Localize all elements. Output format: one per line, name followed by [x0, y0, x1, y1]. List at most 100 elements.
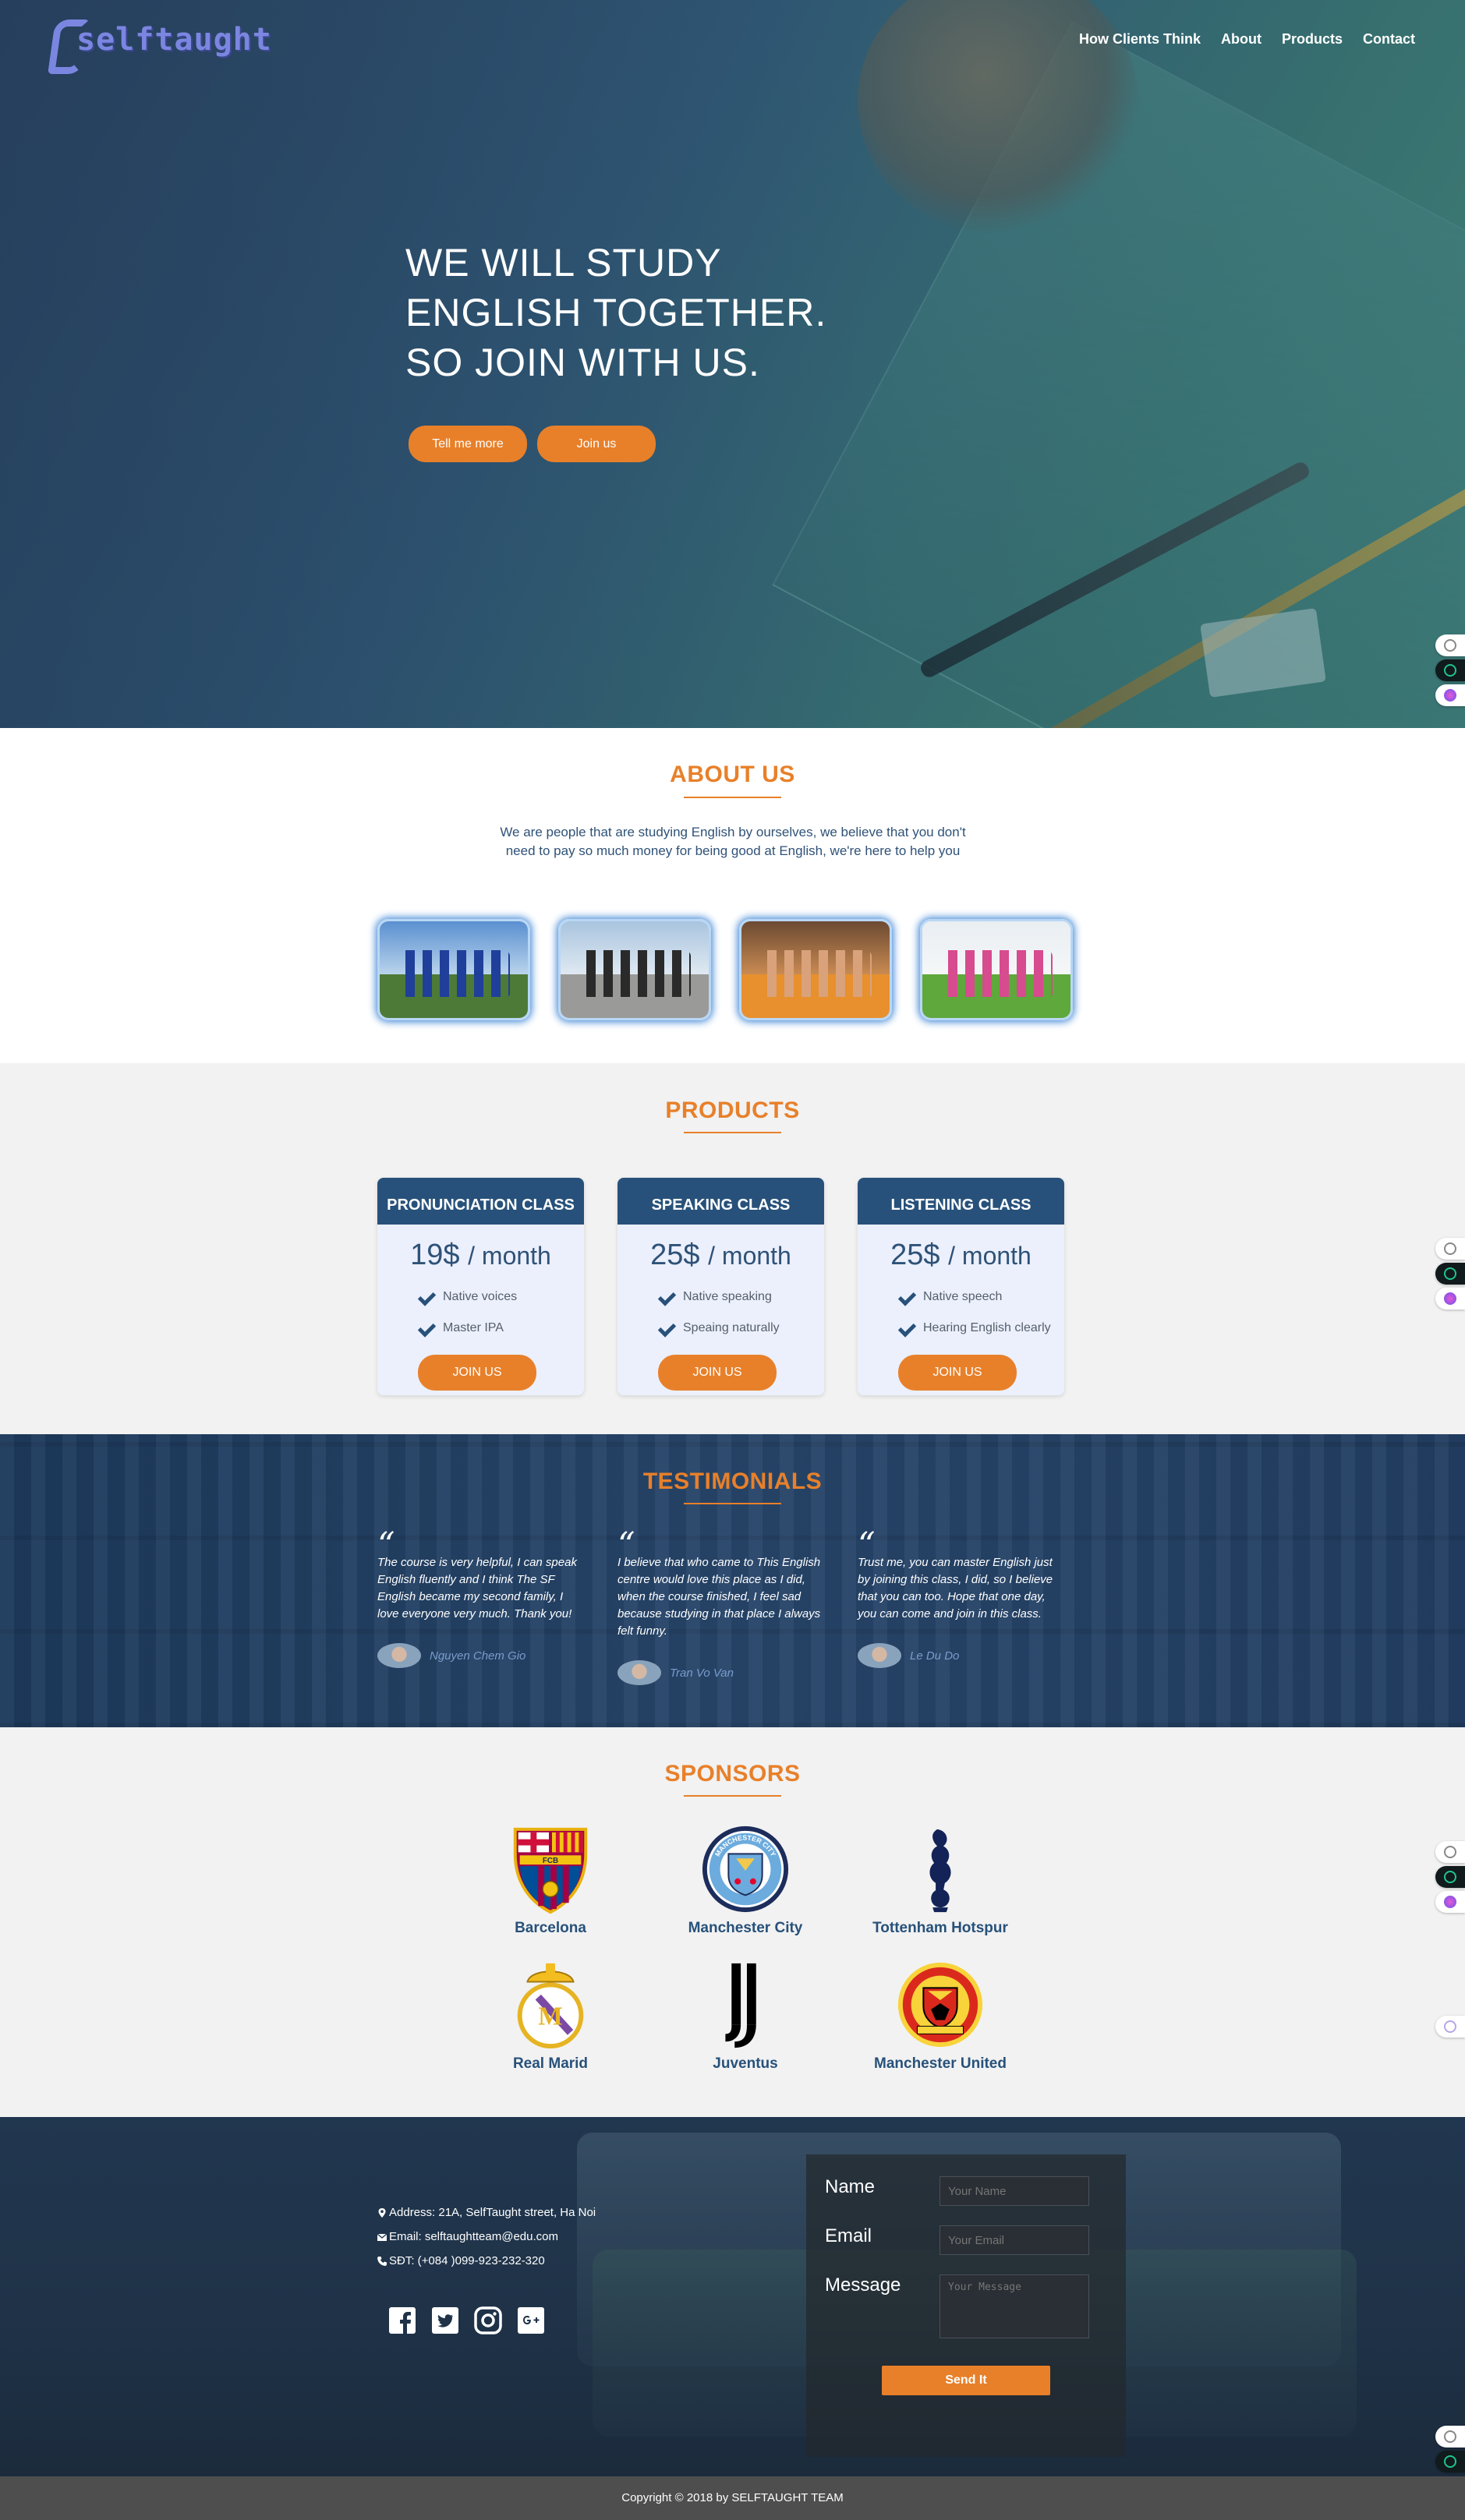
- testimonial-item: “ The course is very helpful, I can spea…: [377, 1529, 584, 1685]
- feature-item: Hearing English clearly: [898, 1313, 1064, 1344]
- message-row: Message: [825, 2274, 1089, 2338]
- sponsor-barcelona[interactable]: FCB Barcelona: [453, 1823, 648, 1943]
- social-links: [387, 2306, 546, 2335]
- card-title: LISTENING CLASS: [858, 1178, 1064, 1225]
- group-jump-photo: [558, 919, 711, 1020]
- avatar: [617, 1660, 661, 1685]
- ai-assistant-icon[interactable]: [1435, 1288, 1465, 1309]
- google-plus-icon[interactable]: [516, 2306, 546, 2335]
- card-price: 25$ / month: [617, 1239, 824, 1272]
- manchester-united-crest-icon: [897, 1962, 983, 2048]
- testimonial-item: “ I believe that who came to This Englis…: [617, 1525, 824, 1685]
- join-listening-button[interactable]: JOIN US: [898, 1355, 1017, 1391]
- sponsors-section: SPONSORS FCB Barcelona MANCHESTER CITY M…: [0, 1727, 1465, 2117]
- nav-products[interactable]: Products: [1282, 31, 1343, 48]
- sponsor-name: Barcelona: [515, 1920, 586, 1936]
- translate-icon[interactable]: [1435, 1841, 1465, 1863]
- sponsor-grid: FCB Barcelona MANCHESTER CITY Manchester…: [453, 1823, 1038, 2079]
- name-field[interactable]: [940, 2176, 1089, 2206]
- tell-me-more-button[interactable]: Tell me more: [409, 426, 527, 462]
- nav-how-clients-think[interactable]: How Clients Think: [1079, 31, 1201, 48]
- sponsor-manchester-city[interactable]: MANCHESTER CITY Manchester City: [648, 1823, 843, 1943]
- testimonial-text: The course is very helpful, I can speak …: [377, 1556, 577, 1621]
- check-icon: [658, 1320, 675, 1337]
- quote-icon: “: [858, 1525, 876, 1565]
- ai-assistant-icon[interactable]: [1435, 684, 1465, 706]
- contact-info: Address: 21A, SelfTaught street, Ha Noi …: [377, 2200, 596, 2273]
- check-icon: [898, 1320, 915, 1337]
- join-speaking-button[interactable]: JOIN US: [658, 1355, 777, 1391]
- hero-buttons: Tell me more Join us: [409, 426, 656, 462]
- author-name: Tran Vo Van: [670, 1666, 734, 1680]
- card-title: PRONUNCIATION CLASS: [377, 1178, 584, 1225]
- phone-text: SĐT: (+084 )099-923-232-320: [389, 2254, 545, 2267]
- copyright-bar: Copyright © 2018 by SELFTAUGHT TEAM: [0, 2476, 1465, 2520]
- about-section: ABOUT US We are people that are studying…: [0, 728, 1465, 1063]
- message-field[interactable]: [940, 2274, 1089, 2338]
- hero-title: WE WILL STUDY ENGLISH TOGETHER. SO JOIN …: [405, 238, 826, 387]
- name-row: Name: [825, 2176, 1089, 2206]
- check-icon: [418, 1288, 435, 1306]
- translate-icon[interactable]: [1435, 2426, 1465, 2448]
- sponsor-tottenham-hotspur[interactable]: Tottenham Hotspur: [843, 1823, 1038, 1943]
- email-row: Email: [825, 2225, 1089, 2255]
- translate-icon[interactable]: [1435, 634, 1465, 656]
- price-amount: 25$: [650, 1239, 700, 1271]
- facebook-icon[interactable]: [387, 2306, 417, 2335]
- team-huddle-photo: [377, 919, 530, 1020]
- email-label: Email: [825, 2225, 872, 2246]
- logo[interactable]: selftaught: [48, 14, 272, 65]
- instagram-icon[interactable]: [473, 2306, 503, 2335]
- hero-title-line-3: SO JOIN WITH US.: [405, 341, 760, 384]
- sponsors-title-underline: [684, 1795, 781, 1797]
- testimonial-author: Tran Vo Van: [617, 1660, 824, 1685]
- sponsor-juventus[interactable]: Juventus: [648, 1959, 843, 2079]
- check-icon: [418, 1320, 435, 1337]
- price-amount: 25$: [890, 1239, 940, 1271]
- sponsor-real-madrid[interactable]: M Real Marid: [453, 1959, 648, 2079]
- sponsor-name: Tottenham Hotspur: [872, 1920, 1008, 1936]
- chatgpt-icon[interactable]: [1435, 1866, 1465, 1888]
- pricing-card-pronunciation: PRONUNCIATION CLASS 19$ / month Native v…: [377, 1178, 584, 1395]
- chatgpt-icon[interactable]: [1435, 659, 1465, 681]
- nav-contact[interactable]: Contact: [1363, 31, 1415, 48]
- hero-title-line-1: WE WILL STUDY: [405, 241, 722, 285]
- feature-item: Native speech: [898, 1281, 1064, 1313]
- email-line: Email: selftaughtteam@edu.com: [377, 2225, 596, 2249]
- real-madrid-crest-icon: M: [517, 1963, 584, 2049]
- products-section: PRODUCTS PRONUNCIATION CLASS 19$ / month…: [0, 1063, 1465, 1434]
- feature-list: Native speech Hearing English clearly: [898, 1281, 1064, 1344]
- nav-about[interactable]: About: [1221, 31, 1262, 48]
- translate-icon[interactable]: [1435, 1238, 1465, 1260]
- sponsor-manchester-united[interactable]: Manchester United: [843, 1959, 1038, 2079]
- feature-item: Native speaking: [658, 1281, 824, 1313]
- quote-icon: “: [617, 1525, 635, 1565]
- author-name: Le Du Do: [910, 1649, 960, 1663]
- barcelona-crest-icon: FCB: [513, 1827, 588, 1914]
- feature-item: Master IPA: [418, 1313, 584, 1344]
- ai-assistant-icon[interactable]: [1435, 1891, 1465, 1913]
- juventus-logo-icon: [725, 1963, 756, 2048]
- join-us-button[interactable]: Join us: [537, 426, 656, 462]
- feature-item: Native voices: [418, 1281, 584, 1313]
- testimonials-title-underline: [684, 1503, 781, 1504]
- contact-form: Name Email Message Send It: [806, 2154, 1126, 2457]
- pricing-card-listening: LISTENING CLASS 25$ / month Native speec…: [858, 1178, 1064, 1395]
- join-pronunciation-button[interactable]: JOIN US: [418, 1355, 536, 1391]
- side-widget: [1431, 634, 1465, 706]
- feedback-icon[interactable]: [1435, 2016, 1465, 2038]
- email-field[interactable]: [940, 2225, 1089, 2255]
- twitter-icon[interactable]: [430, 2306, 460, 2335]
- send-it-button[interactable]: Send It: [882, 2366, 1050, 2395]
- feature-label: Hearing English clearly: [923, 1321, 1051, 1334]
- testimonial-author: Nguyen Chem Gio: [377, 1643, 584, 1668]
- side-widget: [1431, 1238, 1465, 1309]
- chatgpt-icon[interactable]: [1435, 1263, 1465, 1285]
- pricing-cards: PRONUNCIATION CLASS 19$ / month Native v…: [377, 1178, 1064, 1395]
- author-name: Nguyen Chem Gio: [430, 1649, 526, 1663]
- products-title: PRODUCTS: [665, 1097, 800, 1123]
- feature-label: Native speech: [923, 1290, 1003, 1303]
- card-price: 19$ / month: [377, 1239, 584, 1272]
- check-icon: [658, 1288, 675, 1306]
- chatgpt-icon[interactable]: [1435, 2451, 1465, 2472]
